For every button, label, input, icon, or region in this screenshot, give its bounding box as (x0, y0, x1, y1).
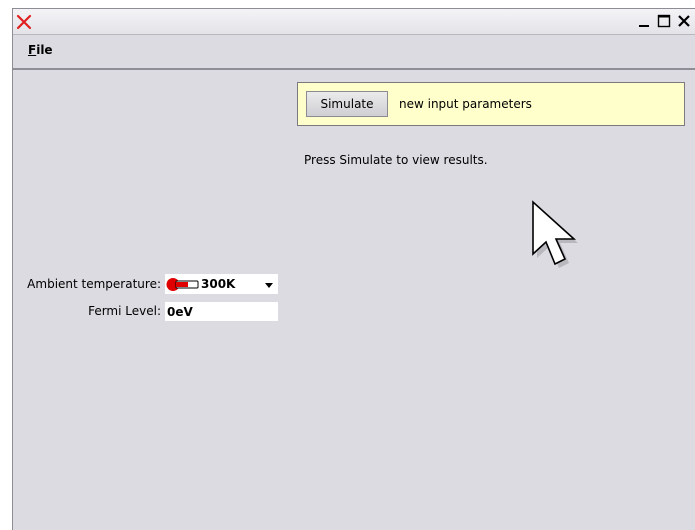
simulate-button[interactable]: Simulate (306, 91, 388, 117)
simulation-status-text: new input parameters (399, 97, 532, 111)
minimize-icon[interactable] (636, 13, 652, 29)
fermi-level-input[interactable] (165, 302, 278, 321)
app-window: File Simulate new input parameters Press… (12, 8, 695, 530)
close-icon[interactable] (676, 13, 692, 29)
menu-bar: File (13, 35, 695, 70)
title-bar[interactable] (13, 9, 695, 35)
results-hint-text: Press Simulate to view results. (304, 153, 488, 167)
menu-file-label: ile (36, 43, 53, 57)
maximize-icon[interactable] (656, 13, 672, 29)
menu-file-mnemonic: F (28, 43, 37, 57)
fermi-level-label: Fermi Level: (88, 304, 161, 318)
x-logo-icon (16, 14, 32, 30)
simulate-panel: Simulate new input parameters (297, 82, 685, 126)
mouse-pointer-icon (532, 200, 578, 268)
menu-file[interactable]: File (28, 43, 53, 57)
ambient-temperature-select[interactable]: 300K (165, 274, 278, 294)
thermometer-icon (166, 278, 199, 291)
ambient-temperature-value: 300K (201, 277, 236, 291)
ambient-temperature-label: Ambient temperature: (27, 277, 161, 291)
chevron-down-icon[interactable] (264, 281, 274, 289)
